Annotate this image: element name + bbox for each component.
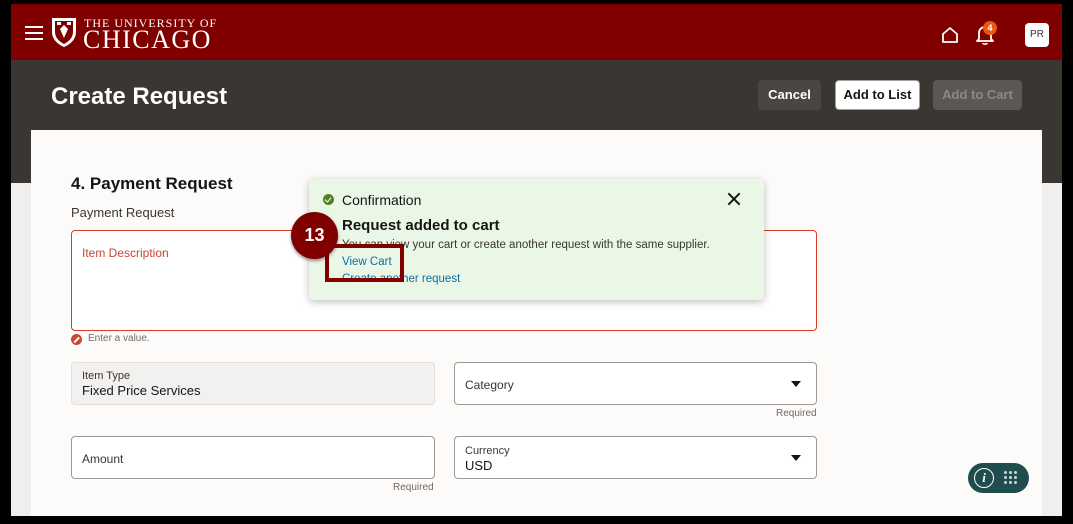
amount-required-hint: Required bbox=[393, 482, 434, 493]
close-icon[interactable] bbox=[726, 191, 742, 207]
item-type-field: Item Type Fixed Price Services bbox=[71, 362, 435, 405]
add-to-list-button[interactable]: Add to List bbox=[835, 80, 920, 110]
tutorial-step-badge: 13 bbox=[291, 212, 338, 259]
section-subtitle: Payment Request bbox=[71, 205, 175, 220]
app-grid-icon bbox=[1004, 471, 1018, 485]
toast-heading: Confirmation bbox=[342, 192, 422, 208]
notifications-count-badge: 4 bbox=[983, 21, 997, 35]
chevron-down-icon[interactable] bbox=[791, 381, 801, 387]
user-avatar[interactable]: PR bbox=[1025, 23, 1049, 47]
chevron-down-icon[interactable] bbox=[791, 455, 801, 461]
category-required-hint: Required bbox=[776, 408, 817, 419]
item-type-value: Fixed Price Services bbox=[82, 383, 201, 398]
currency-label: Currency bbox=[465, 445, 510, 457]
cancel-button[interactable]: Cancel bbox=[758, 80, 821, 110]
amount-label: Amount bbox=[82, 452, 124, 466]
item-description-label: Item Description bbox=[82, 246, 169, 260]
help-launcher-button[interactable]: i bbox=[968, 463, 1029, 493]
university-shield-icon bbox=[52, 18, 76, 47]
item-description-error: Enter a value. bbox=[88, 333, 150, 344]
toast-title: Request added to cart bbox=[342, 217, 500, 234]
info-icon: i bbox=[974, 468, 994, 488]
amount-input[interactable]: Amount bbox=[71, 436, 435, 479]
add-to-cart-button[interactable]: Add to Cart bbox=[933, 80, 1022, 110]
hamburger-menu-icon[interactable] bbox=[25, 26, 43, 40]
currency-value: USD bbox=[465, 458, 493, 473]
section-title: 4. Payment Request bbox=[71, 174, 233, 193]
tutorial-highlight-box bbox=[325, 244, 404, 282]
screenshot-frame: THE UNIVERSITY OF CHICAGO 4 PR Create Re… bbox=[0, 0, 1073, 524]
currency-select[interactable]: Currency USD bbox=[454, 436, 817, 479]
category-label: Category bbox=[465, 378, 514, 392]
success-check-icon bbox=[323, 194, 334, 205]
error-icon bbox=[71, 334, 82, 345]
page-title: Create Request bbox=[51, 83, 228, 110]
university-name-line2: CHICAGO bbox=[83, 25, 212, 54]
home-icon[interactable] bbox=[941, 26, 959, 44]
item-type-label: Item Type bbox=[82, 370, 131, 382]
category-select[interactable]: Category bbox=[454, 362, 817, 405]
app-screen: THE UNIVERSITY OF CHICAGO 4 PR Create Re… bbox=[11, 4, 1062, 516]
brand-bar: THE UNIVERSITY OF CHICAGO 4 PR bbox=[11, 4, 1062, 60]
